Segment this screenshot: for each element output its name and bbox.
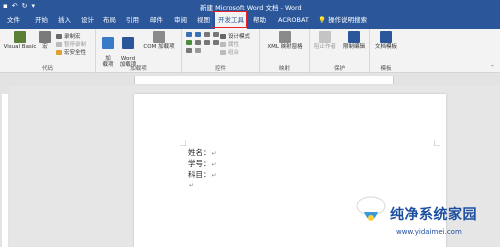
repeating-section-icon[interactable]: [186, 48, 192, 53]
restrict-editing-button[interactable]: 限制编辑: [340, 31, 368, 50]
design-mode-icon: [220, 33, 226, 39]
checkbox-control-icon[interactable]: [186, 40, 192, 45]
ribbon: Visual Basic 宏 录制宏 暂停录制 宏安全性 代码 加 载项 Wor…: [0, 29, 500, 73]
com-addins-button[interactable]: COM 加载项: [140, 31, 178, 50]
tab-insert[interactable]: 插入: [58, 12, 71, 29]
developer-tab-highlight: [211, 11, 247, 28]
visual-basic-icon: [14, 31, 26, 43]
paragraph-mark: ↵: [211, 161, 217, 168]
content-controls-row-3: [186, 48, 201, 53]
rich-text-control-icon[interactable]: [186, 32, 192, 37]
design-mode-button[interactable]: 设计模式: [220, 32, 250, 40]
picture-control-icon[interactable]: [204, 32, 210, 37]
horizontal-ruler[interactable]: [0, 73, 500, 86]
vertical-ruler-track: [2, 94, 8, 247]
ribbon-tabs: 文件 开始 插入 设计 布局 引用 邮件 审阅 视图 开发工具 帮助 ACROB…: [0, 12, 500, 29]
paragraph-mark: ↵: [211, 150, 217, 157]
properties-button[interactable]: 属性: [220, 40, 239, 48]
group-label-code: 代码: [41, 66, 53, 72]
save-icon[interactable]: ▪: [3, 0, 8, 12]
tab-view[interactable]: 视图: [197, 12, 210, 29]
dropdown-control-icon[interactable]: [204, 40, 210, 45]
macro-security-button[interactable]: 宏安全性: [56, 48, 86, 56]
group-code: Visual Basic 宏 录制宏 暂停录制 宏安全性 代码: [0, 29, 96, 73]
xml-mapping-pane-button[interactable]: XML 映射窗格: [263, 31, 307, 50]
macros-button[interactable]: 宏: [38, 31, 52, 50]
tab-file[interactable]: 文件: [7, 12, 20, 29]
com-addins-icon: [153, 31, 165, 43]
site-watermark: 纯净系统家园 www.yidaimei.com: [352, 186, 500, 247]
group-templates: 文档模板 模板: [370, 29, 402, 73]
logo-icon: [356, 196, 386, 221]
pause-recording-button[interactable]: 暂停录制: [56, 40, 86, 48]
word-addins-icon: [122, 37, 134, 49]
group-addins: 加 载项 Word 加载项 COM 加载项 加载项: [96, 29, 182, 73]
document-line-empty[interactable]: ↵: [188, 180, 194, 189]
group-label-templates: 模板: [380, 66, 392, 72]
xml-mapping-icon: [279, 31, 291, 43]
document-line-name[interactable]: 姓名：↵: [188, 147, 217, 158]
group-label-controls: 控件: [214, 66, 226, 72]
tab-help[interactable]: 帮助: [253, 12, 266, 29]
properties-icon: [220, 41, 226, 47]
watermark-url: www.yidaimei.com: [396, 228, 462, 236]
group-mapping: XML 映射窗格 映射: [260, 29, 310, 73]
group-label-addins: 加载项: [130, 66, 147, 72]
tell-me-search[interactable]: 💡 操作说明搜索: [318, 12, 367, 29]
macros-icon: [39, 31, 51, 43]
lightbulb-icon: 💡: [318, 16, 327, 24]
group-label-mapping: 映射: [278, 66, 290, 72]
watermark-text: 纯净系统家园: [390, 207, 477, 223]
word-document-icon: [380, 31, 392, 43]
addins-button[interactable]: 加 载项: [100, 31, 116, 68]
group-button[interactable]: 组合: [220, 48, 239, 56]
quick-access-toolbar: ▪ ↶ ↻ ▾: [3, 0, 35, 12]
content-controls-row-1: [186, 32, 219, 37]
record-macro-button[interactable]: 录制宏: [56, 32, 81, 40]
paragraph-mark: ↵: [211, 172, 217, 179]
undo-icon[interactable]: ↶: [12, 0, 18, 12]
document-line-subject[interactable]: 科目：↵: [188, 169, 217, 180]
margin-mark-top-right: [434, 140, 440, 146]
plain-text-control-icon[interactable]: [195, 32, 201, 37]
tab-references[interactable]: 引用: [126, 12, 139, 29]
document-template-button[interactable]: 文档模板: [372, 31, 400, 50]
redo-icon[interactable]: ↻: [22, 0, 28, 12]
building-block-control-icon[interactable]: [213, 32, 219, 37]
block-authors-icon: [319, 31, 331, 43]
combo-box-control-icon[interactable]: [195, 40, 201, 45]
group-controls: 设计模式 属性 组合 控件: [182, 29, 260, 73]
warning-icon: [56, 49, 62, 55]
title-bar: ▪ ↶ ↻ ▾ 新建 Microsoft Word 文档 - Word: [0, 0, 500, 12]
visual-basic-button[interactable]: Visual Basic: [3, 31, 37, 50]
tab-acrobat[interactable]: ACROBAT: [278, 12, 309, 29]
word-addins-button[interactable]: Word 加载项: [118, 31, 138, 68]
document-line-student-id[interactable]: 学号：↵: [188, 158, 217, 169]
group-label-protect: 保护: [333, 66, 345, 72]
addins-icon: [102, 37, 114, 49]
customize-qat-icon[interactable]: ▾: [32, 0, 36, 12]
horizontal-ruler-track: [134, 76, 394, 84]
legacy-tools-icon[interactable]: [195, 48, 201, 53]
pause-icon: [56, 41, 62, 47]
group-protect: 阻止作者 限制编辑 保护: [310, 29, 370, 73]
paragraph-mark: ↵: [189, 182, 195, 189]
tab-layout[interactable]: 布局: [103, 12, 116, 29]
vertical-ruler[interactable]: [0, 86, 10, 247]
tab-review[interactable]: 审阅: [174, 12, 187, 29]
tab-design[interactable]: 设计: [81, 12, 94, 29]
record-macro-icon: [56, 33, 62, 39]
tell-me-label: 操作说明搜索: [328, 16, 368, 24]
tab-home[interactable]: 开始: [35, 12, 48, 29]
restrict-editing-icon: [348, 31, 360, 43]
tab-mailings[interactable]: 邮件: [150, 12, 163, 29]
block-authors-button[interactable]: 阻止作者: [312, 31, 338, 50]
group-icon: [220, 49, 226, 55]
date-picker-control-icon[interactable]: [213, 40, 219, 45]
margin-mark-top-left: [180, 140, 186, 146]
content-controls-row-2: [186, 40, 219, 45]
collapse-ribbon-icon[interactable]: ⌃: [490, 65, 495, 71]
